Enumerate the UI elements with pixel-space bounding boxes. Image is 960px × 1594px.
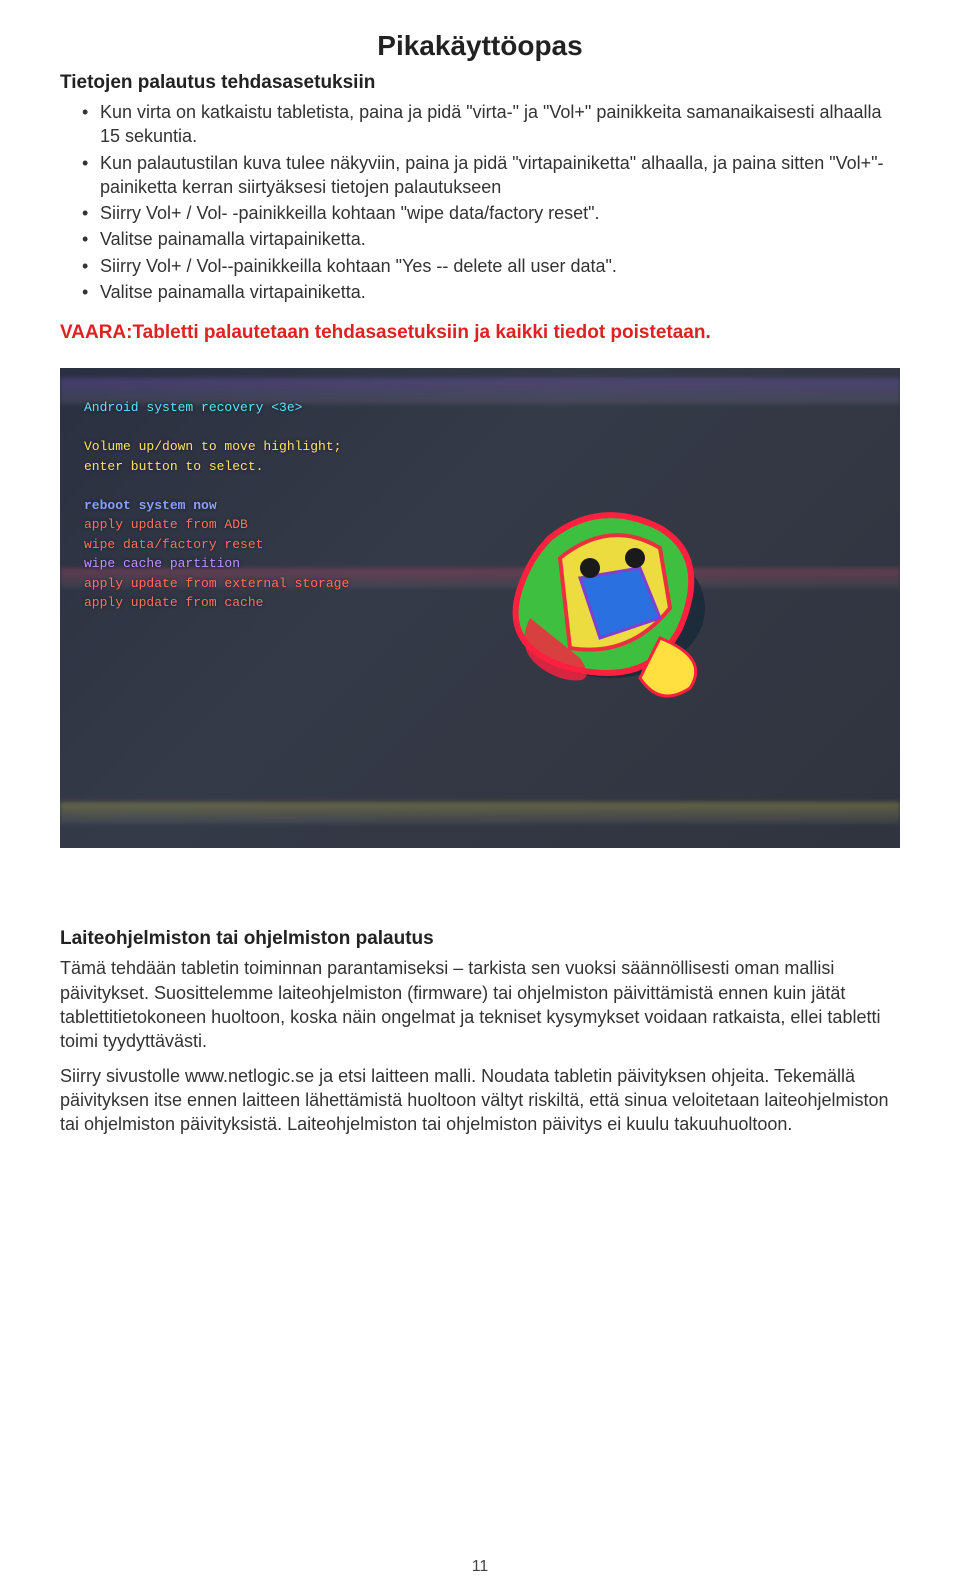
terminal-menu-item: reboot system now bbox=[84, 496, 349, 516]
page-number: 11 bbox=[0, 1558, 960, 1576]
section1-list: Kun virta on katkaistu tabletista, paina… bbox=[60, 100, 900, 304]
terminal-menu-item: apply update from ADB bbox=[84, 515, 349, 535]
terminal-line: Volume up/down to move highlight; bbox=[84, 437, 349, 457]
list-item: Valitse painamalla virtapainiketta. bbox=[100, 227, 900, 251]
document-page: Pikakäyttöopas Tietojen palautus tehdasa… bbox=[0, 0, 960, 1594]
scanline bbox=[60, 802, 900, 824]
list-item: Siirry Vol+ / Vol- -painikkeilla kohtaan… bbox=[100, 201, 900, 225]
section2-heading: Laiteohjelmiston tai ohjelmiston palautu… bbox=[60, 928, 900, 950]
page-title: Pikakäyttöopas bbox=[60, 30, 900, 62]
recovery-terminal: Android system recovery <3e> Volume up/d… bbox=[84, 398, 349, 613]
section1-heading: Tietojen palautus tehdasasetuksiin bbox=[60, 72, 900, 94]
terminal-menu-item: apply update from external storage bbox=[84, 574, 349, 594]
terminal-menu-item: wipe cache partition bbox=[84, 554, 349, 574]
terminal-menu-item: wipe data/factory reset bbox=[84, 535, 349, 555]
terminal-line: Android system recovery <3e> bbox=[84, 398, 349, 418]
warning-text: VAARA:Tabletti palautetaan tehdasasetuks… bbox=[60, 322, 900, 344]
list-item: Kun virta on katkaistu tabletista, paina… bbox=[100, 100, 900, 149]
terminal-line: enter button to select. bbox=[84, 457, 349, 477]
section2-paragraph: Tämä tehdään tabletin toiminnan parantam… bbox=[60, 956, 900, 1053]
terminal-spacer bbox=[84, 418, 349, 438]
android-mascot-icon bbox=[460, 458, 740, 718]
list-item: Siirry Vol+ / Vol--painikkeilla kohtaan … bbox=[100, 254, 900, 278]
terminal-spacer bbox=[84, 476, 349, 496]
terminal-menu-item: apply update from cache bbox=[84, 593, 349, 613]
recovery-screenshot: Android system recovery <3e> Volume up/d… bbox=[60, 368, 900, 848]
section2-paragraph: Siirry sivustolle www.netlogic.se ja ets… bbox=[60, 1064, 900, 1137]
list-item: Kun palautustilan kuva tulee näkyviin, p… bbox=[100, 151, 900, 200]
list-item: Valitse painamalla virtapainiketta. bbox=[100, 280, 900, 304]
